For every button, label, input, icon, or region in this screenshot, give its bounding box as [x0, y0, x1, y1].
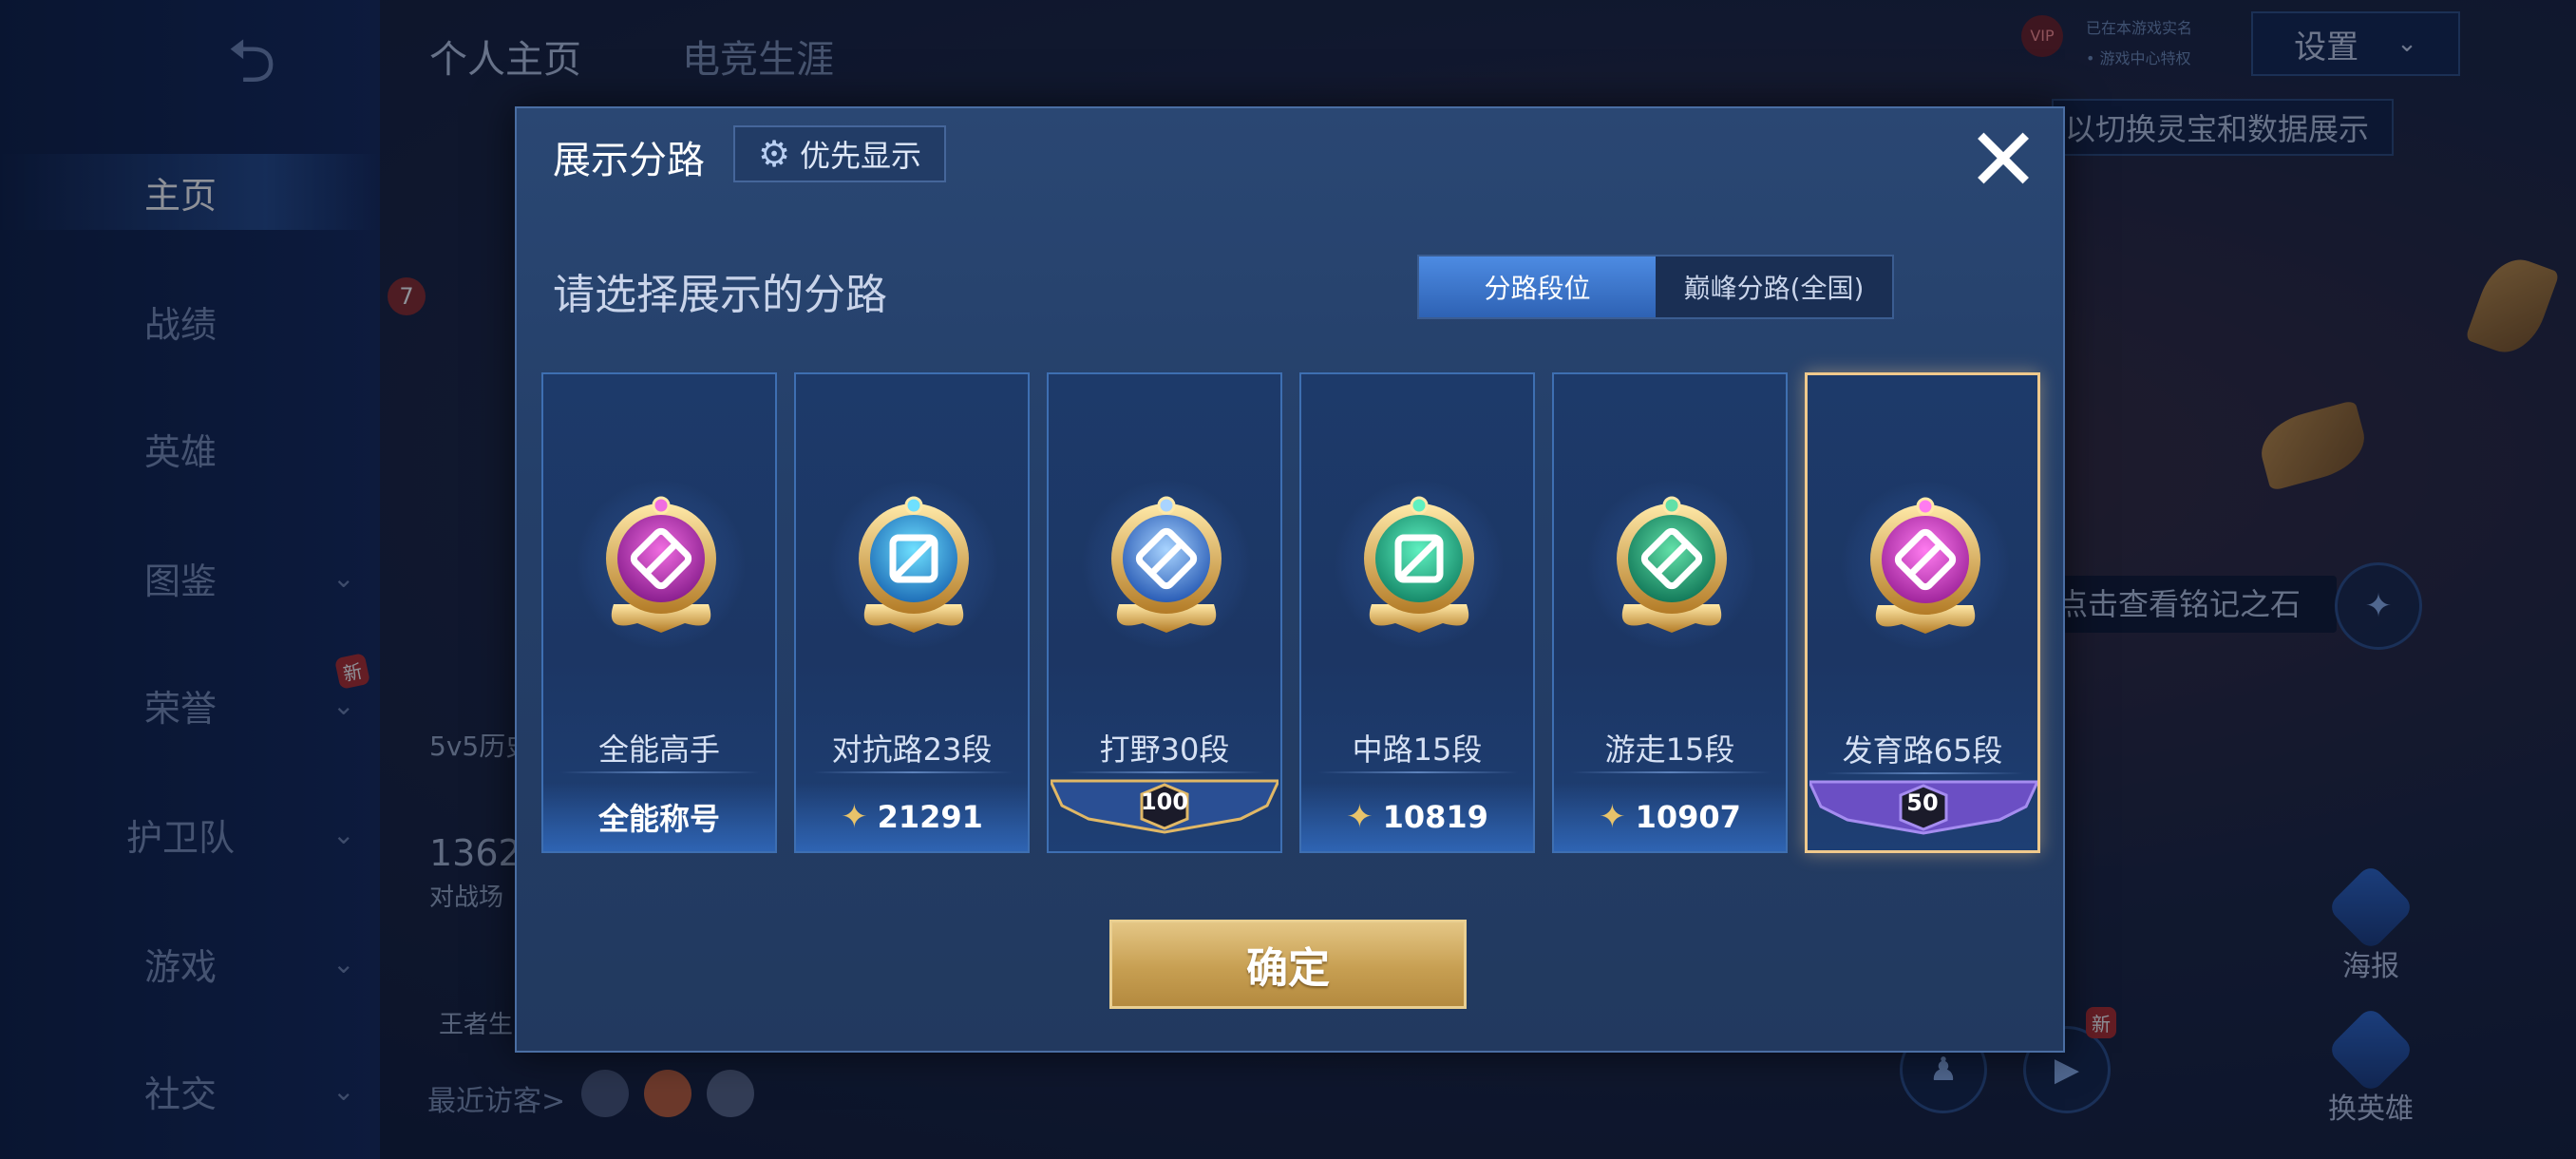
rank-stars-count: 50 — [1906, 789, 1939, 816]
gear-icon: ⚙ — [757, 133, 791, 175]
select-route-prompt: 请选择展示的分路 — [553, 271, 887, 319]
tab-peak-route-national[interactable]: 巅峰分路(全国) — [1656, 256, 1892, 317]
card-divider — [1066, 771, 1265, 773]
route-card-mid-lane[interactable]: 中路15段 ✦ 10819 — [1299, 372, 1535, 853]
route-card-value-bar: ✦ 10907 — [1554, 783, 1786, 851]
peak-points-icon: ✦ — [1599, 798, 1626, 836]
rank-emblem-icon — [1111, 496, 1222, 633]
route-card-jungle[interactable]: 打野30段 100 — [1047, 372, 1282, 853]
route-card-value-bar: ✦ 21291 — [796, 783, 1028, 851]
route-card-value: 10907 — [1635, 799, 1741, 835]
route-card-title: 中路15段 — [1352, 732, 1483, 768]
route-card-roam[interactable]: 游走15段 ✦ 10907 — [1552, 372, 1788, 853]
confirm-button[interactable]: 确定 — [1109, 920, 1467, 1009]
route-card-value: 21291 — [877, 799, 983, 835]
priority-display-label: 优先显示 — [800, 138, 922, 174]
card-divider — [813, 771, 1013, 773]
route-card-value: 全能称号 — [597, 801, 720, 837]
rank-emblem-icon — [1364, 496, 1474, 633]
card-divider — [1318, 771, 1518, 773]
peak-points-icon: ✦ — [841, 798, 868, 836]
peak-points-icon: ✦ — [1346, 798, 1373, 836]
route-card-title: 游走15段 — [1604, 732, 1735, 768]
rank-emblem-icon — [859, 496, 969, 633]
tab-route-rank[interactable]: 分路段位 — [1419, 256, 1656, 317]
card-divider — [1571, 771, 1771, 773]
rank-emblem-icon — [1617, 496, 1727, 633]
rank-emblem-icon — [606, 496, 716, 633]
rank-stars-count: 100 — [1140, 788, 1189, 815]
priority-display-button[interactable]: ⚙ 优先显示 — [733, 125, 946, 182]
route-card-clash-lane[interactable]: 对抗路23段 ✦ 21291 — [794, 372, 1030, 853]
card-divider — [560, 771, 760, 773]
route-card-farm-lane[interactable]: 发育路65段 50 — [1805, 372, 2040, 853]
route-card-all-round[interactable]: 全能高手 全能称号 — [541, 372, 777, 853]
rank-emblem-icon — [1870, 497, 1980, 634]
route-card-title: 对抗路23段 — [831, 732, 993, 768]
route-card-value-bar: ✦ 10819 — [1301, 783, 1533, 851]
route-display-dialog: 展示分路 ⚙ 优先显示 ✕ 请选择展示的分路 分路段位 巅峰分路(全国) 全能高… — [515, 106, 2065, 1053]
route-card-title: 全能高手 — [597, 732, 720, 768]
route-card-title: 打野30段 — [1099, 732, 1230, 768]
route-card-value: 10819 — [1382, 799, 1488, 835]
close-icon[interactable]: ✕ — [1960, 117, 2046, 204]
dialog-title: 展示分路 — [553, 139, 705, 182]
route-card-value-bar: 全能称号 — [543, 783, 775, 851]
card-divider — [1825, 772, 2024, 774]
route-card-title: 发育路65段 — [1842, 732, 2003, 769]
route-mode-toggle: 分路段位 巅峰分路(全国) — [1417, 255, 1894, 319]
